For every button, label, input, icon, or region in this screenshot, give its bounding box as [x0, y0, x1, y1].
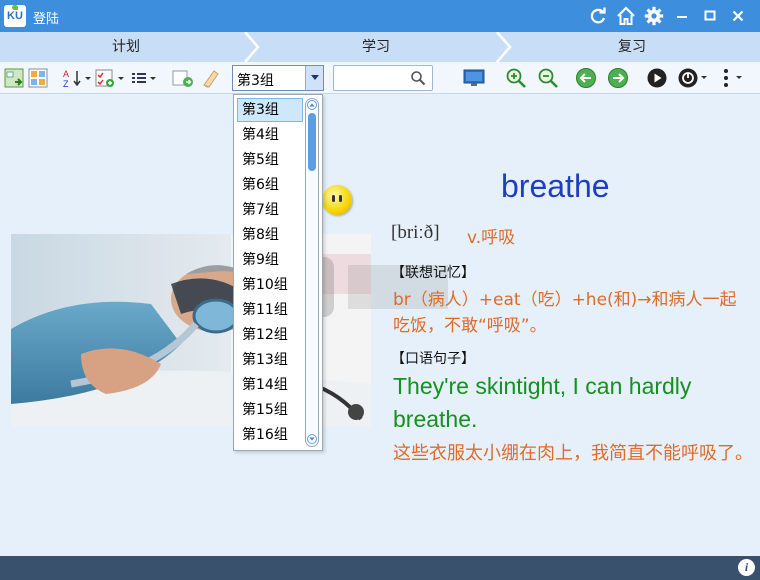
grid-view-icon[interactable]: [27, 67, 49, 89]
mnemonic-label: 【联想记忆】: [391, 265, 475, 281]
next-icon[interactable]: [606, 67, 630, 89]
tab-plan[interactable]: 计划: [0, 32, 252, 62]
group-dropdown-list: 第3组 第4组 第5组 第6组 第7组 第8组 第9组 第10组 第11组 第1…: [233, 94, 323, 451]
smiley-icon: [322, 185, 352, 215]
dropdown-scrollbar[interactable]: [305, 98, 319, 447]
minimize-icon[interactable]: [668, 2, 696, 30]
dropdown-option[interactable]: 第5组: [237, 148, 303, 172]
zoom-out-icon[interactable]: [536, 67, 560, 89]
export-icon[interactable]: [171, 67, 195, 89]
maximize-icon[interactable]: [696, 2, 724, 30]
dropdown-option[interactable]: 第9组: [237, 248, 303, 272]
example-sentence-zh: 这些衣服太小绷在肉上，我简直不能呼吸了。: [393, 443, 753, 464]
dropdown-option[interactable]: 第4组: [237, 123, 303, 147]
search-box: [333, 65, 433, 91]
gear-icon[interactable]: [640, 2, 668, 30]
phonetic-text: [briːð]: [391, 222, 440, 243]
group-select-value: 第3组: [237, 73, 274, 89]
scroll-down-icon[interactable]: [307, 434, 317, 444]
dropdown-option[interactable]: 第13组: [237, 348, 303, 372]
word-heading: breathe: [501, 168, 610, 204]
timer-icon[interactable]: [677, 67, 709, 89]
svg-text:A: A: [63, 69, 69, 79]
refresh-icon[interactable]: [584, 2, 612, 30]
close-icon[interactable]: [724, 2, 752, 30]
step-bar: 计划 学习 复习: [0, 32, 760, 62]
group-select[interactable]: 第3组: [232, 65, 324, 91]
svg-text:Z: Z: [63, 79, 69, 88]
dropdown-option[interactable]: 第10组: [237, 273, 303, 297]
scroll-up-icon[interactable]: [307, 100, 317, 110]
dropdown-option[interactable]: 第16组: [237, 423, 303, 447]
dropdown-option[interactable]: 第15组: [237, 398, 303, 422]
search-input[interactable]: [336, 69, 408, 87]
more-icon[interactable]: [718, 67, 750, 89]
app-logo: KU: [4, 5, 26, 27]
sort-az-icon[interactable]: AZ: [62, 67, 92, 89]
dropdown-option[interactable]: 第8组: [237, 223, 303, 247]
zoom-in-icon[interactable]: [504, 67, 528, 89]
previous-icon[interactable]: [574, 67, 598, 89]
search-icon[interactable]: [410, 70, 426, 90]
title-icons: [584, 2, 752, 30]
chevron-down-icon[interactable]: [305, 66, 323, 90]
dropdown-option[interactable]: 第3组: [237, 98, 303, 122]
dropdown-option[interactable]: 第12组: [237, 323, 303, 347]
eraser-icon[interactable]: [199, 67, 223, 89]
scrollbar-thumb[interactable]: [308, 113, 316, 171]
monitor-icon[interactable]: [462, 67, 486, 89]
dropdown-option[interactable]: 第7组: [237, 198, 303, 222]
play-icon[interactable]: [645, 67, 669, 89]
example-sentence-en: They're skintight, I can hardly breathe.: [393, 373, 692, 432]
list-view-icon[interactable]: [130, 67, 158, 89]
dropdown-option[interactable]: 第14组: [237, 373, 303, 397]
mnemonic-text: br（病人）+eat（吃）+he(和)→和病人一起吃饭，不敢“呼吸”。: [393, 290, 737, 336]
tab-study[interactable]: 学习: [252, 32, 500, 62]
sentence-label: 【口语句子】: [391, 351, 475, 367]
part-of-speech-meaning: v.呼吸: [467, 228, 516, 248]
status-bar: i: [0, 556, 760, 580]
checklist-add-icon[interactable]: [95, 67, 125, 89]
window-title: 登陆: [33, 12, 60, 27]
title-bar: KU 登陆: [0, 0, 760, 32]
app-logo-text: KU: [7, 10, 23, 22]
tab-review[interactable]: 复习: [504, 32, 760, 62]
info-icon[interactable]: i: [738, 559, 755, 576]
dropdown-option[interactable]: 第11组: [237, 298, 303, 322]
dropdown-option[interactable]: 第6组: [237, 173, 303, 197]
import-icon[interactable]: [3, 67, 25, 89]
home-icon[interactable]: [612, 2, 640, 30]
